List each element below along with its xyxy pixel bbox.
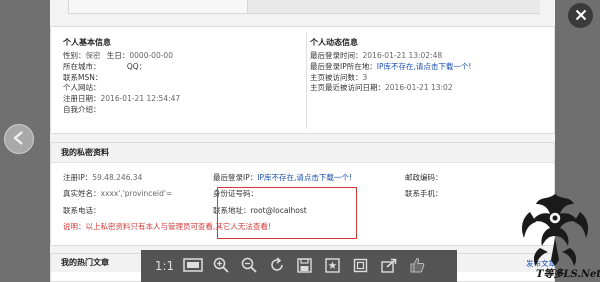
basic-info-section: 个人基本信息 性别：保密 生日：0000-00-00 所在城市： QQ： 联系M… bbox=[63, 37, 180, 116]
rotate-icon bbox=[269, 257, 285, 275]
fit-screen-icon bbox=[182, 258, 203, 274]
last-ip-label: 最后登录IP所在地： bbox=[310, 61, 377, 71]
phone-label: 联系电话： bbox=[63, 206, 101, 215]
realname-label: 真实姓名： bbox=[63, 189, 101, 198]
birthday-label: 生日： bbox=[106, 51, 130, 60]
website-row: 个人网站： bbox=[63, 83, 180, 94]
actual-size-label: 1:1 bbox=[154, 259, 175, 273]
viewer-toolbar: 1:1 bbox=[141, 250, 457, 282]
reg-ip-value: 59.48.246.34 bbox=[92, 173, 143, 182]
share-button[interactable] bbox=[375, 255, 402, 277]
zoom-in-icon bbox=[213, 257, 229, 275]
visits-value: 3 bbox=[362, 72, 368, 82]
watermark-text: T等多LS.Net bbox=[536, 269, 600, 280]
crop-icon bbox=[353, 258, 368, 275]
mobile-cell: 联系手机： bbox=[405, 188, 443, 199]
bookmark-star-icon bbox=[325, 257, 340, 275]
basic-info-title: 个人基本信息 bbox=[63, 38, 111, 47]
postcode-cell: 邮政编码： bbox=[405, 172, 443, 183]
crop-button[interactable] bbox=[347, 255, 374, 277]
last-login-row: 最后登录时间：2016-01-21 13:02:48 bbox=[310, 51, 471, 62]
realname-value: xxxx','provinceid'= bbox=[100, 189, 173, 198]
activity-info-title: 个人动态信息 bbox=[310, 38, 358, 47]
msn-label: 联系MSN： bbox=[63, 72, 103, 82]
activity-info-section: 个人动态信息 最后登录时间：2016-01-21 13:02:48 最后登录IP… bbox=[310, 37, 471, 94]
qq-label: QQ： bbox=[126, 61, 147, 71]
website-label: 个人网站： bbox=[63, 83, 101, 93]
register-value: 2016-01-21 12:54:47 bbox=[100, 94, 181, 104]
visits-label: 主页被访问数： bbox=[310, 72, 363, 82]
msn-row: 联系MSN： bbox=[63, 73, 180, 84]
save-button[interactable] bbox=[291, 255, 318, 277]
like-button[interactable] bbox=[403, 255, 430, 277]
register-row: 注册日期：2016-01-21 12:54:47 bbox=[63, 94, 180, 105]
column-divider bbox=[306, 33, 307, 129]
reg-ip-cell: 注册IP：59.48.246.34 bbox=[63, 172, 142, 183]
visits-row: 主页被访问数：3 bbox=[310, 73, 471, 84]
last-ip-row: 最后登录IP所在地：IP库不存在,请点击下载一个! bbox=[310, 62, 471, 73]
city-qq-row: 所在城市： QQ： bbox=[63, 62, 180, 73]
ip-download-link-2[interactable]: IP库不存在,请点击下载一个! bbox=[257, 173, 352, 182]
last-login-ip-label: 最后登录IP： bbox=[213, 173, 258, 182]
city-label: 所在城市： bbox=[63, 61, 101, 71]
back-button[interactable] bbox=[4, 124, 34, 154]
reg-ip-label: 注册IP： bbox=[63, 173, 93, 182]
last-login-ip-cell: 最后登录IP：IP库不存在,请点击下载一个! bbox=[213, 172, 352, 183]
page-tab-strip bbox=[248, 0, 540, 14]
fit-screen-button[interactable] bbox=[179, 255, 206, 277]
zoom-in-button[interactable] bbox=[207, 255, 234, 277]
birthday-value: 0000-00-00 bbox=[129, 51, 173, 60]
page-tab[interactable] bbox=[68, 0, 248, 14]
phone-cell: 联系电话： bbox=[63, 205, 101, 216]
ip-download-link[interactable]: IP库不存在,请点击下载一个! bbox=[377, 62, 472, 71]
close-button[interactable] bbox=[568, 3, 593, 28]
private-info-title: 我的私密资料 bbox=[51, 143, 554, 163]
rotate-button[interactable] bbox=[263, 255, 290, 277]
private-info-panel: 我的私密资料 注册IP：59.48.246.34 最后登录IP：IP库不存在,请… bbox=[50, 142, 555, 246]
chevron-left-icon bbox=[12, 130, 26, 148]
gender-value: 保密 bbox=[85, 51, 101, 60]
gender-birthday-row: 性别：保密 生日：0000-00-00 bbox=[63, 51, 180, 62]
thumbs-up-icon bbox=[409, 257, 425, 275]
intro-row: 自我介绍： bbox=[63, 105, 180, 116]
highlight-box bbox=[217, 187, 357, 239]
zoom-out-button[interactable] bbox=[235, 255, 262, 277]
actual-size-button[interactable]: 1:1 bbox=[151, 255, 178, 277]
zoom-out-icon bbox=[241, 257, 257, 275]
share-icon bbox=[380, 258, 397, 275]
last-visit-value: 2016-01-21 13:02 bbox=[385, 83, 453, 93]
intro-label: 自我介绍： bbox=[63, 104, 101, 114]
register-label: 注册日期： bbox=[63, 94, 101, 104]
last-login-label: 最后登录时间： bbox=[310, 51, 363, 60]
realname-cell: 真实姓名：xxxx','provinceid'= bbox=[63, 188, 172, 199]
last-visit-row: 主页最近被访问日期：2016-01-21 13:02 bbox=[310, 83, 471, 94]
favorite-button[interactable] bbox=[319, 255, 346, 277]
postcode-label: 邮政编码： bbox=[405, 173, 443, 182]
gender-label: 性别： bbox=[63, 51, 86, 60]
save-icon bbox=[297, 257, 312, 275]
close-icon bbox=[575, 9, 587, 23]
mobile-label: 联系手机： bbox=[405, 189, 443, 198]
privacy-note-prefix: 说明：以上私密资料只有本人与管理员 bbox=[63, 222, 191, 231]
profile-page: 个人基本信息 性别：保密 生日：0000-00-00 所在城市： QQ： 联系M… bbox=[50, 0, 555, 282]
profile-info-panel: 个人基本信息 性别：保密 生日：0000-00-00 所在城市： QQ： 联系M… bbox=[50, 26, 555, 134]
last-visit-label: 主页最近被访问日期： bbox=[310, 83, 385, 93]
last-login-value: 2016-01-21 13:02:48 bbox=[362, 51, 443, 60]
